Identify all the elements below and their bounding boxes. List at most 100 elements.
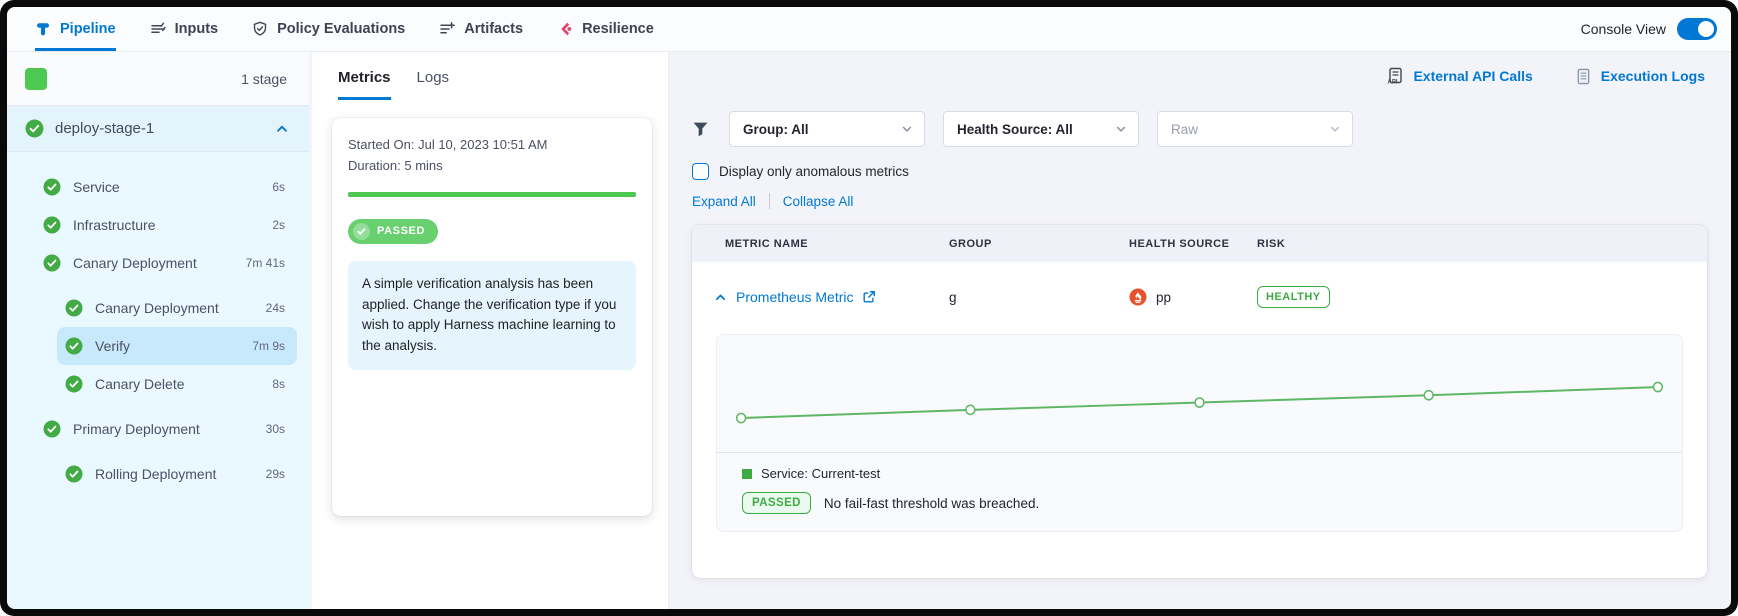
external-api-calls-link[interactable]: API External API Calls xyxy=(1386,67,1532,85)
col-metric-name: METRIC NAME xyxy=(692,238,949,250)
execution-logs-label: Execution Logs xyxy=(1601,68,1705,84)
filter-funnel-icon xyxy=(692,121,709,138)
document-icon xyxy=(1575,68,1592,85)
tab-artifacts-label: Artifacts xyxy=(464,21,523,37)
verification-description: A simple verification analysis has been … xyxy=(348,261,636,371)
list-gap xyxy=(7,282,297,289)
sidebar-item-rolling-deployment[interactable]: Rolling Deployment 29s xyxy=(57,455,297,493)
resilience-icon xyxy=(557,21,573,37)
toggle-knob xyxy=(1698,21,1714,37)
sidebar-item-canary-delete[interactable]: Canary Delete 8s xyxy=(57,365,297,403)
health-source-filter-value: Health Source: All xyxy=(957,122,1073,137)
external-link-icon[interactable] xyxy=(862,290,876,304)
external-api-calls-label: External API Calls xyxy=(1413,68,1532,84)
metric-group-cell: g xyxy=(949,290,1129,305)
health-source-filter-dropdown[interactable]: Health Source: All xyxy=(943,111,1139,147)
success-check-icon xyxy=(25,119,44,138)
check-icon xyxy=(353,223,370,240)
sidebar-item-verify[interactable]: Verify 7m 9s xyxy=(57,327,297,365)
metric-line-chart[interactable] xyxy=(717,335,1682,453)
passed-status-badge: PASSED xyxy=(348,219,438,244)
step-details-panel: Metrics Logs Started On: Jul 10, 2023 10… xyxy=(312,52,668,609)
success-check-icon xyxy=(65,375,83,393)
sidebar-item-infrastructure[interactable]: Infrastructure 2s xyxy=(35,206,297,244)
list-gap xyxy=(7,403,297,410)
success-check-icon xyxy=(65,337,83,355)
tab-metrics[interactable]: Metrics xyxy=(338,69,391,100)
metrics-table-header: METRIC NAME GROUP HEALTH SOURCE RISK xyxy=(692,225,1707,262)
risk-cell: HEALTHY xyxy=(1257,286,1707,308)
top-nav-tabs: Pipeline Inputs Policy Evaluations Artif… xyxy=(35,7,654,51)
chevron-up-icon[interactable] xyxy=(275,122,289,136)
panel-header-links: API External API Calls Execution Logs xyxy=(1386,67,1705,85)
expand-all-link[interactable]: Expand All xyxy=(692,194,756,209)
execution-logs-link[interactable]: Execution Logs xyxy=(1575,67,1705,85)
step-duration: 24s xyxy=(266,301,285,315)
anomalous-metrics-row: Display only anomalous metrics xyxy=(692,163,1707,180)
success-check-icon xyxy=(43,254,61,272)
anomalous-metrics-checkbox[interactable] xyxy=(692,163,709,180)
console-view-label: Console View xyxy=(1581,21,1666,37)
tab-inputs[interactable]: Inputs xyxy=(150,7,219,51)
artifacts-icon xyxy=(439,21,455,37)
pipeline-icon xyxy=(35,21,51,37)
tab-pipeline[interactable]: Pipeline xyxy=(35,7,116,51)
tab-resilience[interactable]: Resilience xyxy=(557,7,654,51)
metric-table-row: Prometheus Metric g pp HEALTHY xyxy=(692,262,1707,332)
tab-resilience-label: Resilience xyxy=(582,21,654,37)
col-risk: RISK xyxy=(1257,238,1707,250)
console-view-control: Console View xyxy=(1581,7,1717,51)
passed-status-label: PASSED xyxy=(377,225,425,237)
tab-artifacts[interactable]: Artifacts xyxy=(439,7,523,51)
chart-legend: Service: Current-test xyxy=(717,453,1682,483)
verdict-message: No fail-fast threshold was breached. xyxy=(824,496,1039,511)
execution-stage-sidebar: 1 stage deploy-stage-1 Service 6s xyxy=(7,52,309,609)
group-filter-dropdown[interactable]: Group: All xyxy=(729,111,925,147)
tab-logs[interactable]: Logs xyxy=(417,69,450,100)
details-tabs: Metrics Logs xyxy=(312,52,668,100)
sidebar-item-primary-deployment[interactable]: Primary Deployment 30s xyxy=(35,410,297,448)
stage-count: 1 stage xyxy=(241,71,287,87)
group-filter-value: Group: All xyxy=(743,122,809,137)
tab-pipeline-label: Pipeline xyxy=(60,21,116,37)
verification-summary-card: Started On: Jul 10, 2023 10:51 AM Durati… xyxy=(332,118,652,516)
policy-evaluations-icon xyxy=(252,21,268,37)
sidebar-header: 1 stage xyxy=(7,52,309,106)
tab-policy-evaluations[interactable]: Policy Evaluations xyxy=(252,7,405,51)
tab-policy-evaluations-label: Policy Evaluations xyxy=(277,21,405,37)
chevron-down-icon xyxy=(901,123,913,135)
raw-filter-dropdown[interactable]: Raw xyxy=(1157,111,1353,147)
duration-text: Duration: 5 mins xyxy=(348,156,636,177)
stage-status-chip xyxy=(25,68,47,90)
console-view-toggle[interactable] xyxy=(1677,18,1717,40)
anomalous-metrics-label: Display only anomalous metrics xyxy=(719,164,909,179)
metric-health-source-cell: pp xyxy=(1129,288,1257,306)
metric-name-link[interactable]: Prometheus Metric xyxy=(736,289,853,305)
healthy-risk-badge: HEALTHY xyxy=(1257,286,1330,308)
main-content: 1 stage deploy-stage-1 Service 6s xyxy=(7,52,1731,609)
sidebar-item-canary-deployment-step[interactable]: Canary Deployment 24s xyxy=(57,289,297,327)
success-check-icon xyxy=(43,216,61,234)
step-duration: 7m 9s xyxy=(252,339,285,353)
step-duration: 7m 41s xyxy=(246,256,285,270)
screenshot-frame: Pipeline Inputs Policy Evaluations Artif… xyxy=(0,0,1738,616)
started-on-text: Started On: Jul 10, 2023 10:51 AM xyxy=(348,135,636,156)
tab-inputs-label: Inputs xyxy=(175,21,219,37)
col-group: GROUP xyxy=(949,238,1129,250)
collapse-row-chevron-up-icon[interactable] xyxy=(714,291,727,304)
divider xyxy=(769,193,770,209)
svg-text:API: API xyxy=(1388,80,1398,86)
sidebar-item-canary-deployment-group[interactable]: Canary Deployment 7m 41s xyxy=(35,244,297,282)
sidebar-stage-deploy-stage-1[interactable]: deploy-stage-1 xyxy=(7,106,309,152)
harness-pipeline-execution-app: Pipeline Inputs Policy Evaluations Artif… xyxy=(7,7,1731,609)
success-check-icon xyxy=(43,178,61,196)
success-check-icon xyxy=(65,299,83,317)
raw-filter-placeholder: Raw xyxy=(1171,122,1198,137)
collapse-all-link[interactable]: Collapse All xyxy=(783,194,854,209)
prometheus-icon xyxy=(1129,288,1147,306)
chevron-down-icon xyxy=(1329,123,1341,135)
expand-collapse-row: Expand All Collapse All xyxy=(692,193,1707,209)
metric-name-cell: Prometheus Metric xyxy=(692,289,949,305)
sidebar-item-service[interactable]: Service 6s xyxy=(35,168,297,206)
sidebar-step-list: Service 6s Infrastructure 2s Canary Depl… xyxy=(7,152,309,509)
